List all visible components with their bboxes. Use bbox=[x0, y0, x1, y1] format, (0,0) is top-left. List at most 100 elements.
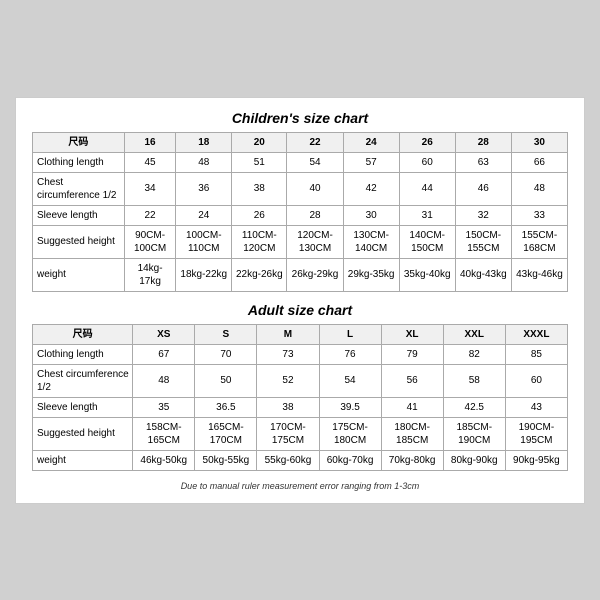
cell-value: 190CM-195CM bbox=[505, 417, 567, 450]
row-label: Sleeve length bbox=[33, 205, 125, 225]
cell-value: 165CM-170CM bbox=[195, 417, 257, 450]
cell-value: 150CM-155CM bbox=[455, 225, 511, 258]
cell-value: 36.5 bbox=[195, 397, 257, 417]
cell-value: 43kg-46kg bbox=[511, 258, 567, 291]
adult-col-header: 尺码 bbox=[33, 324, 133, 344]
cell-value: 100CM-110CM bbox=[176, 225, 232, 258]
children-col-header: 20 bbox=[232, 132, 287, 152]
cell-value: 41 bbox=[381, 397, 443, 417]
cell-value: 54 bbox=[287, 152, 343, 172]
cell-value: 175CM-180CM bbox=[319, 417, 381, 450]
cell-value: 120CM-130CM bbox=[287, 225, 343, 258]
row-label: Clothing length bbox=[33, 344, 133, 364]
adult-col-header: M bbox=[257, 324, 319, 344]
table-row: Clothing length67707376798285 bbox=[33, 344, 568, 364]
cell-value: 76 bbox=[319, 344, 381, 364]
cell-value: 58 bbox=[443, 364, 505, 397]
cell-value: 51 bbox=[232, 152, 287, 172]
cell-value: 67 bbox=[133, 344, 195, 364]
cell-value: 52 bbox=[257, 364, 319, 397]
adult-col-header: XXL bbox=[443, 324, 505, 344]
cell-value: 185CM-190CM bbox=[443, 417, 505, 450]
cell-value: 57 bbox=[343, 152, 399, 172]
adult-size-table: 尺码XSSMLXLXXLXXXL Clothing length67707376… bbox=[32, 324, 568, 471]
cell-value: 80kg-90kg bbox=[443, 450, 505, 470]
cell-value: 90CM-100CM bbox=[124, 225, 176, 258]
cell-value: 42.5 bbox=[443, 397, 505, 417]
cell-value: 22kg-26kg bbox=[232, 258, 287, 291]
children-col-header: 18 bbox=[176, 132, 232, 152]
cell-value: 46 bbox=[455, 172, 511, 205]
cell-value: 40kg-43kg bbox=[455, 258, 511, 291]
row-label: Chest circumference 1/2 bbox=[33, 172, 125, 205]
cell-value: 28 bbox=[287, 205, 343, 225]
adult-col-header: XL bbox=[381, 324, 443, 344]
cell-value: 82 bbox=[443, 344, 505, 364]
adult-chart-title: Adult size chart bbox=[32, 302, 568, 318]
cell-value: 24 bbox=[176, 205, 232, 225]
cell-value: 44 bbox=[399, 172, 455, 205]
cell-value: 48 bbox=[133, 364, 195, 397]
cell-value: 90kg-95kg bbox=[505, 450, 567, 470]
cell-value: 73 bbox=[257, 344, 319, 364]
table-row: Chest circumference 1/248505254565860 bbox=[33, 364, 568, 397]
cell-value: 158CM-165CM bbox=[133, 417, 195, 450]
children-col-header: 16 bbox=[124, 132, 176, 152]
cell-value: 60 bbox=[399, 152, 455, 172]
adult-col-header: XXXL bbox=[505, 324, 567, 344]
cell-value: 43 bbox=[505, 397, 567, 417]
cell-value: 35kg-40kg bbox=[399, 258, 455, 291]
table-row: Clothing length4548515457606366 bbox=[33, 152, 568, 172]
row-label: Chest circumference 1/2 bbox=[33, 364, 133, 397]
cell-value: 180CM-185CM bbox=[381, 417, 443, 450]
adult-col-header: S bbox=[195, 324, 257, 344]
children-col-header: 24 bbox=[343, 132, 399, 152]
table-row: Chest circumference 1/23436384042444648 bbox=[33, 172, 568, 205]
cell-value: 60kg-70kg bbox=[319, 450, 381, 470]
cell-value: 38 bbox=[257, 397, 319, 417]
cell-value: 55kg-60kg bbox=[257, 450, 319, 470]
table-row: weight14kg-17kg18kg-22kg22kg-26kg26kg-29… bbox=[33, 258, 568, 291]
cell-value: 50kg-55kg bbox=[195, 450, 257, 470]
table-row: Suggested height158CM-165CM165CM-170CM17… bbox=[33, 417, 568, 450]
cell-value: 29kg-35kg bbox=[343, 258, 399, 291]
cell-value: 66 bbox=[511, 152, 567, 172]
children-col-header: 26 bbox=[399, 132, 455, 152]
adult-col-header: XS bbox=[133, 324, 195, 344]
row-label: Sleeve length bbox=[33, 397, 133, 417]
cell-value: 40 bbox=[287, 172, 343, 205]
table-row: weight46kg-50kg50kg-55kg55kg-60kg60kg-70… bbox=[33, 450, 568, 470]
footer-note: Due to manual ruler measurement error ra… bbox=[32, 481, 568, 491]
cell-value: 35 bbox=[133, 397, 195, 417]
cell-value: 48 bbox=[176, 152, 232, 172]
cell-value: 38 bbox=[232, 172, 287, 205]
table-row: Suggested height90CM-100CM100CM-110CM110… bbox=[33, 225, 568, 258]
children-chart-title: Children's size chart bbox=[32, 110, 568, 126]
cell-value: 14kg-17kg bbox=[124, 258, 176, 291]
children-size-table: 尺码1618202224262830 Clothing length454851… bbox=[32, 132, 568, 292]
children-col-header: 尺码 bbox=[33, 132, 125, 152]
cell-value: 70kg-80kg bbox=[381, 450, 443, 470]
cell-value: 36 bbox=[176, 172, 232, 205]
cell-value: 50 bbox=[195, 364, 257, 397]
cell-value: 34 bbox=[124, 172, 176, 205]
cell-value: 63 bbox=[455, 152, 511, 172]
cell-value: 30 bbox=[343, 205, 399, 225]
cell-value: 33 bbox=[511, 205, 567, 225]
adult-col-header: L bbox=[319, 324, 381, 344]
cell-value: 48 bbox=[511, 172, 567, 205]
cell-value: 70 bbox=[195, 344, 257, 364]
cell-value: 56 bbox=[381, 364, 443, 397]
children-col-header: 30 bbox=[511, 132, 567, 152]
cell-value: 85 bbox=[505, 344, 567, 364]
cell-value: 110CM-120CM bbox=[232, 225, 287, 258]
row-label: Clothing length bbox=[33, 152, 125, 172]
cell-value: 130CM-140CM bbox=[343, 225, 399, 258]
cell-value: 46kg-50kg bbox=[133, 450, 195, 470]
cell-value: 45 bbox=[124, 152, 176, 172]
cell-value: 170CM-175CM bbox=[257, 417, 319, 450]
cell-value: 155CM-168CM bbox=[511, 225, 567, 258]
size-chart-card: Children's size chart 尺码1618202224262830… bbox=[15, 97, 585, 504]
cell-value: 18kg-22kg bbox=[176, 258, 232, 291]
row-label: Suggested height bbox=[33, 225, 125, 258]
